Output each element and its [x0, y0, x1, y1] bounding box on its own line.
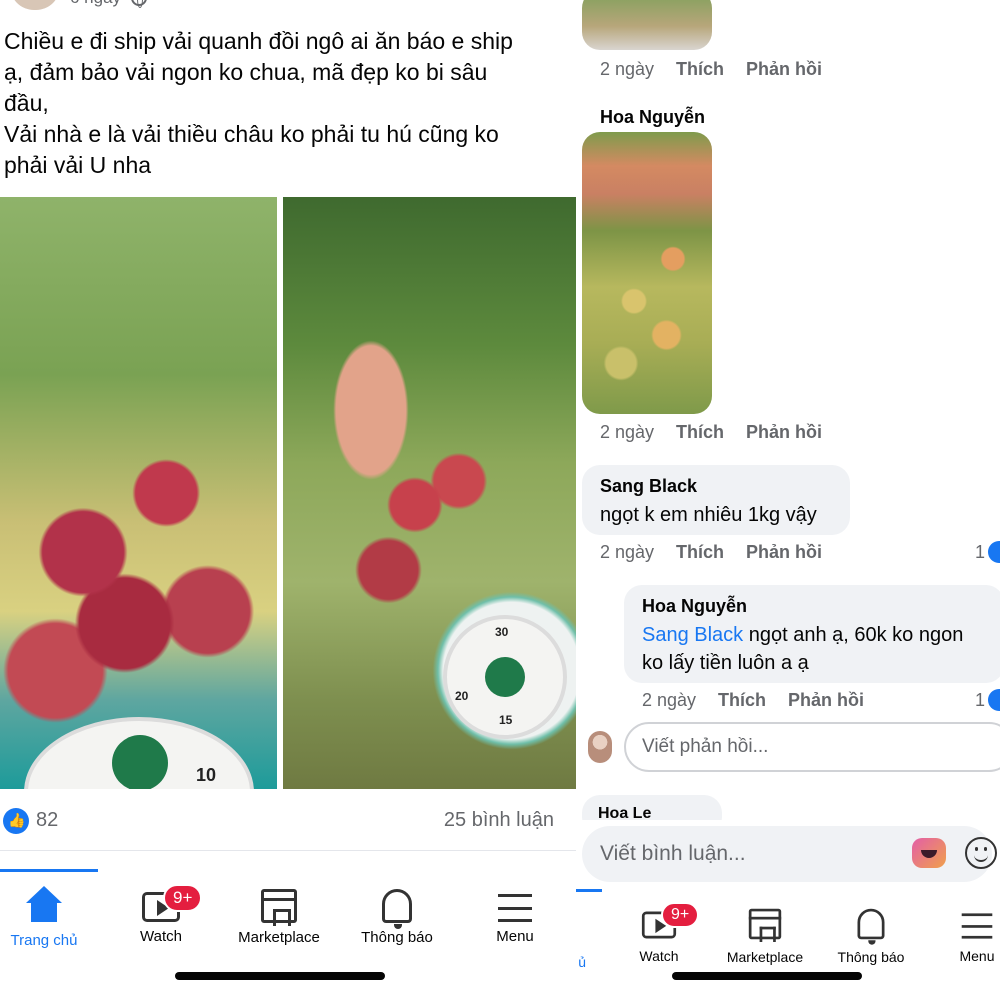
comment-photo-partial[interactable]: [582, 0, 712, 50]
nav-marketplace[interactable]: Marketplace: [705, 904, 825, 965]
reply-link[interactable]: Phản hồi: [746, 59, 822, 79]
nav-notifications-label: Thông báo: [837, 949, 905, 965]
menu-icon: [498, 894, 532, 922]
nav-menu-label: Menu: [496, 928, 534, 945]
comment-meta: 2 ngày Thích Phản hồi: [642, 690, 864, 711]
post-text-line: Chiều e đi ship vải quanh đồi ngô ai ăn …: [4, 28, 513, 54]
nav-menu-label: Menu: [959, 948, 995, 964]
scale-center: [485, 657, 525, 697]
comment-text-line: Sang Black ngọt anh ạ, 60k ko ngon: [642, 621, 963, 649]
comment-meta: 2 ngày Thích Phản hồi: [600, 59, 822, 80]
post-screen-left: 6 ngày Chiều e đi ship vải quanh đồi ngô…: [0, 0, 576, 1000]
nav-marketplace-label: Marketplace: [238, 929, 320, 946]
globe-icon: [131, 0, 148, 8]
comment-composer: Viết bình luận...: [576, 820, 1000, 892]
sticker-icon[interactable]: [912, 838, 946, 868]
comment-meta: 2 ngày Thích Phản hồi: [600, 542, 822, 563]
bell-icon: [382, 889, 412, 929]
reaction-count[interactable]: 1: [975, 690, 985, 711]
nav-marketplace[interactable]: Marketplace: [219, 886, 339, 946]
comment-meta: 2 ngày Thích Phản hồi: [600, 422, 822, 443]
comment-time: 2 ngày: [600, 422, 655, 442]
author-avatar[interactable]: [10, 0, 60, 10]
nav-marketplace-label: Marketplace: [726, 949, 804, 965]
scale-number: 10: [196, 765, 217, 785]
reply-link[interactable]: Phản hồi: [746, 422, 822, 442]
bottom-nav: ủ 9+ Watch Marketplace Thông báo Menu: [576, 892, 1000, 1000]
nav-notifications[interactable]: Thông báo: [337, 886, 457, 946]
like-link[interactable]: Thích: [676, 542, 724, 562]
reply-input[interactable]: Viết phản hồi...: [624, 722, 1000, 772]
home-indicator[interactable]: [175, 972, 385, 980]
nav-home[interactable]: Trang chủ: [0, 886, 104, 949]
watch-badge: 9+: [661, 902, 700, 928]
scale-dial: 10: [24, 717, 254, 789]
nav-watch-label: Watch: [639, 948, 679, 964]
comment-author[interactable]: Hoa Nguyễn: [600, 107, 705, 128]
scale-dial: 30 20 15: [443, 615, 567, 739]
like-reaction-icon: [988, 689, 1000, 711]
post-text-line: Vải nhà e là vải thiều châu ko phải tu h…: [4, 121, 499, 147]
emoji-icon[interactable]: [965, 837, 997, 869]
post-header: 6 ngày: [10, 0, 148, 10]
comment-text-line: ko lấy tiền luôn a ạ: [642, 652, 809, 674]
comment-time: 2 ngày: [600, 542, 655, 562]
scale-number: 30: [495, 625, 509, 639]
home-indicator[interactable]: [672, 972, 862, 980]
nav-home-label: Trang chủ: [10, 932, 78, 949]
post-photo-lychee-basket[interactable]: 10: [0, 197, 277, 789]
like-reaction-icon: [988, 541, 1000, 563]
comment-text: ngọt k em nhiêu 1kg vậy: [600, 504, 817, 526]
post-body-text: Chiều e đi ship vải quanh đồi ngô ai ăn …: [4, 26, 564, 181]
comment-count[interactable]: 25 bình luận: [444, 809, 554, 832]
like-count[interactable]: 82: [36, 809, 58, 832]
menu-icon: [961, 913, 993, 939]
reaction-count[interactable]: 1: [975, 542, 985, 563]
nav-watch[interactable]: 9+ Watch: [599, 902, 719, 964]
mention-link[interactable]: Sang Black: [642, 624, 743, 646]
nav-notifications-label: Thông báo: [361, 929, 433, 946]
post-text-line: phải vải U nha: [4, 152, 152, 178]
post-photo-lychee-hand[interactable]: 30 20 15: [283, 197, 576, 789]
nav-menu[interactable]: Menu: [455, 886, 575, 945]
post-text-line: ạ, đảm bảo vải ngon ko chua, mã đẹp ko b…: [4, 59, 488, 85]
reply-bubble[interactable]: Hoa Nguyễn Sang Black ngọt anh ạ, 60k ko…: [624, 585, 1000, 683]
comment-time: 2 ngày: [600, 59, 655, 79]
comment-time: 2 ngày: [642, 690, 697, 710]
scale-center: [112, 735, 168, 789]
reply-link[interactable]: Phản hồi: [746, 542, 822, 562]
like-link[interactable]: Thích: [718, 690, 766, 710]
watch-badge: 9+: [163, 884, 203, 912]
nav-watch-label: Watch: [140, 928, 182, 945]
reply-link[interactable]: Phản hồi: [788, 690, 864, 710]
post-timestamp[interactable]: 6 ngày: [70, 0, 121, 8]
nav-watch[interactable]: 9+ Watch: [101, 884, 221, 945]
like-link[interactable]: Thích: [676, 422, 724, 442]
nav-home[interactable]: ủ: [576, 906, 586, 970]
reactions-row: 82 25 bình luận: [0, 806, 576, 836]
nav-home-label: ủ: [578, 954, 586, 970]
comment-bubble[interactable]: Sang Black ngọt k em nhiêu 1kg vậy: [582, 465, 850, 535]
post-text-line: đầu,: [4, 90, 49, 116]
comment-photo-lychee-pile[interactable]: [582, 132, 712, 414]
like-link[interactable]: Thích: [676, 59, 724, 79]
bell-icon: [857, 908, 885, 945]
comment-author[interactable]: Hoa Nguyễn: [642, 596, 747, 617]
divider: [0, 850, 576, 851]
bottom-nav: Trang chủ 9+ Watch Marketplace Thông báo…: [0, 872, 576, 1000]
nav-notifications[interactable]: Thông báo: [811, 904, 931, 965]
marketplace-icon: [748, 908, 782, 942]
marketplace-icon: [261, 889, 297, 926]
scale-number: 20: [455, 689, 469, 703]
nav-menu[interactable]: Menu: [917, 904, 1000, 964]
scale-number: 15: [499, 713, 513, 727]
comment-author[interactable]: Sang Black: [600, 476, 697, 497]
comment-text: ngọt anh ạ, 60k ko ngon: [743, 624, 964, 646]
comments-screen-right: 2 ngày Thích Phản hồi Hoa Nguyễn 2 ngày Thí…: [576, 0, 1000, 1000]
like-reaction-icon[interactable]: [3, 808, 29, 834]
home-icon: [24, 886, 64, 926]
user-avatar: [588, 731, 612, 763]
